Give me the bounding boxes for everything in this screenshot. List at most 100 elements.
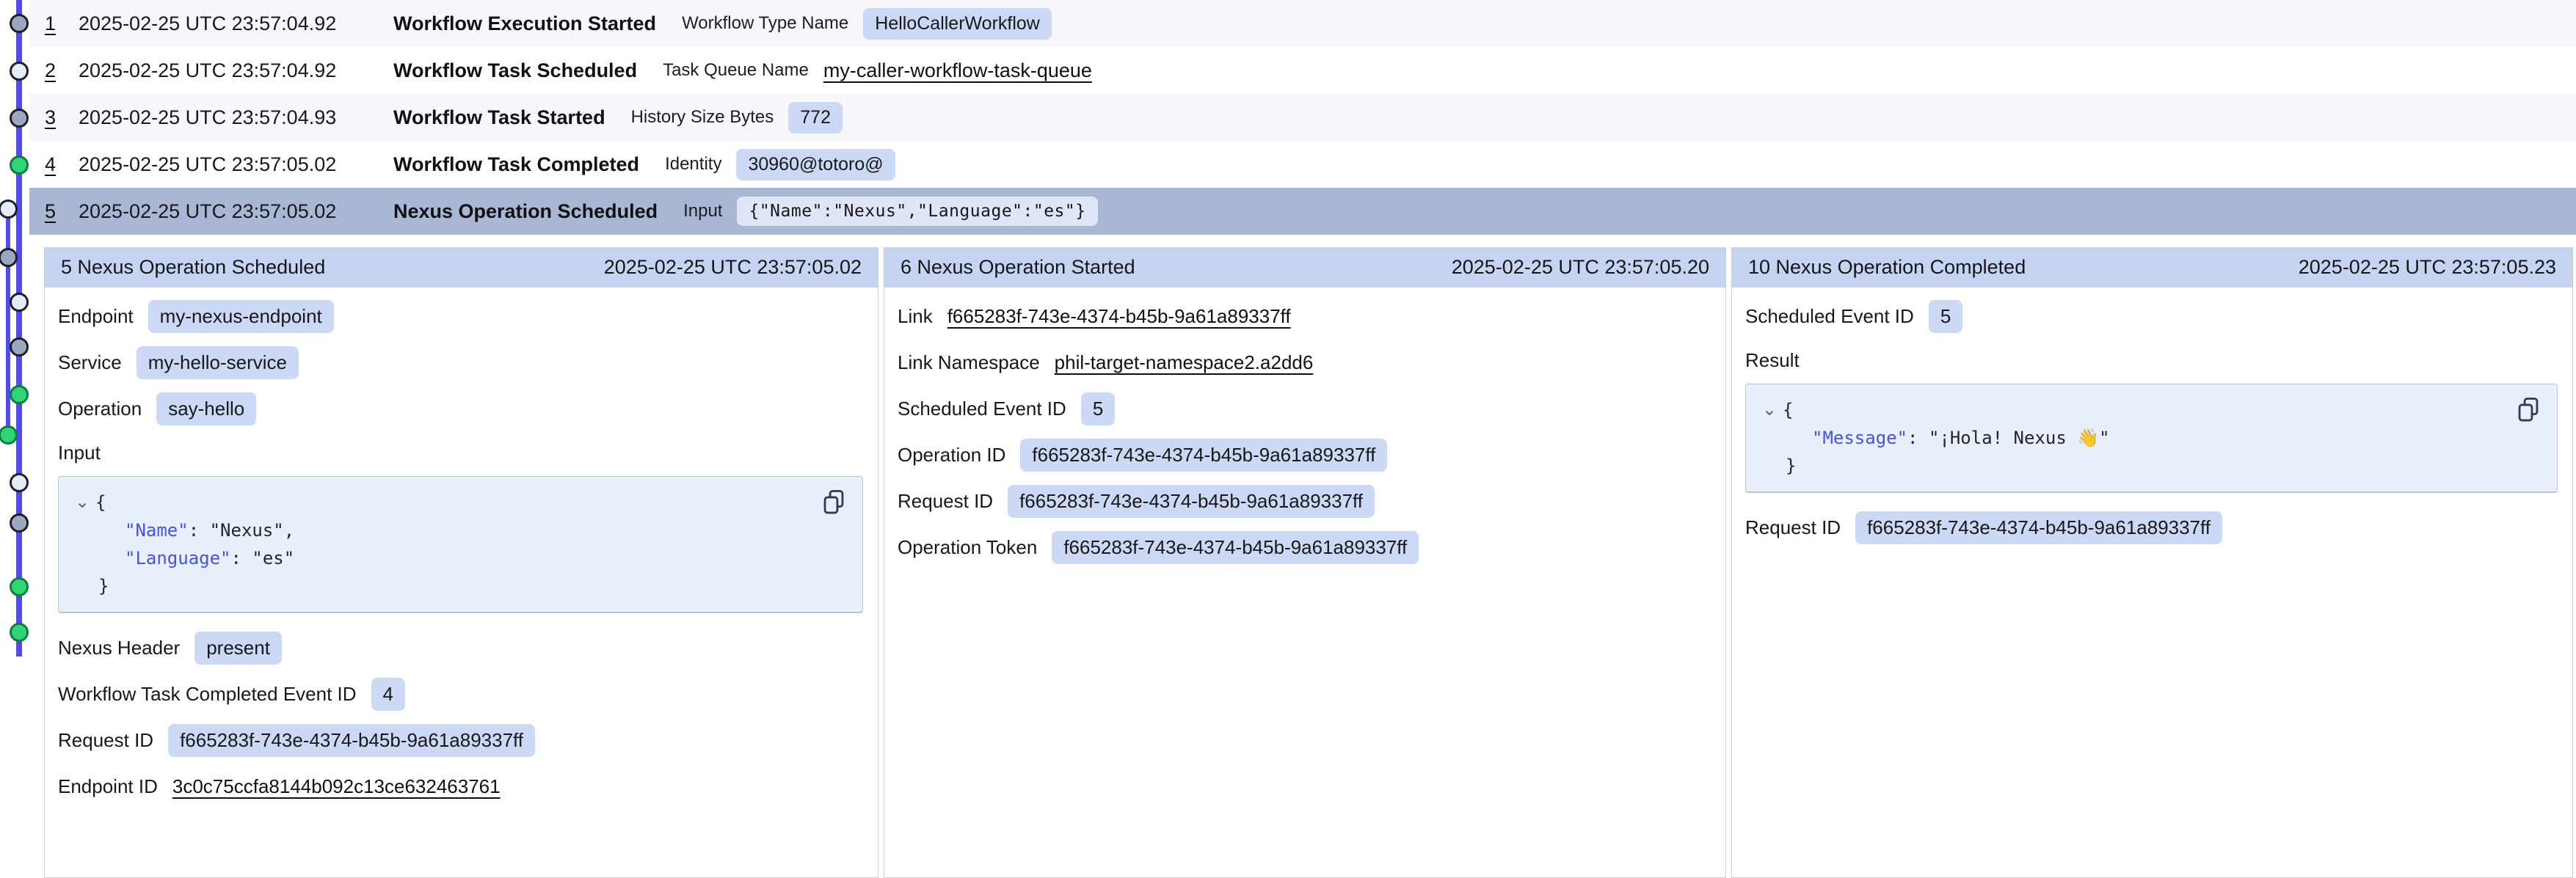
detail-row-request-id: Request ID f665283f-743e-4374-b45b-9a61a… [898,484,1711,518]
event-type-name: Workflow Task Scheduled [393,59,637,82]
event-row-1[interactable]: 1 2025-02-25 UTC 23:57:04.92 Workflow Ex… [29,0,2576,47]
event-id-link[interactable]: 5 [45,200,79,223]
detail-label: Endpoint [58,305,134,328]
detail-panel-nexus-operation-completed: 10 Nexus Operation Completed 2025-02-25 … [1731,247,2573,878]
detail-panel-nexus-operation-started: 6 Nexus Operation Started 2025-02-25 UTC… [884,247,1726,878]
timeline-dot-event-6 [0,248,18,267]
event-row-3[interactable]: 3 2025-02-25 UTC 23:57:04.93 Workflow Ta… [29,94,2576,141]
event-detail-value-badge: 30960@totoro@ [736,149,895,180]
timeline-nexus-branch-line [6,209,10,438]
event-timestamp: 2025-02-25 UTC 23:57:05.02 [79,200,393,223]
collapse-chevron-icon[interactable]: ⌄ [1762,399,1777,421]
event-row-5-selected[interactable]: 5 2025-02-25 UTC 23:57:05.02 Nexus Opera… [29,188,2576,235]
detail-row-endpoint: Endpoint my-nexus-endpoint [58,299,863,333]
endpoint-id-link[interactable]: 3c0c75ccfa8144b092c13ce632463761 [172,775,501,798]
event-history-list: 1 2025-02-25 UTC 23:57:04.92 Workflow Ex… [29,0,2576,235]
event-history-timeline [0,0,32,802]
timeline-dot-event-14 [10,623,29,642]
panel-title: 5 Nexus Operation Scheduled [61,256,325,279]
event-timestamp: 2025-02-25 UTC 23:57:04.92 [79,12,393,35]
detail-row-link: Link f665283f-743e-4374-b45b-9a61a89337f… [898,299,1711,333]
event-timestamp: 2025-02-25 UTC 23:57:04.92 [79,59,393,82]
timeline-dot-event-5 [0,200,18,219]
result-label: Result [1745,349,1800,372]
panel-timestamp: 2025-02-25 UTC 23:57:05.02 [604,256,862,279]
detail-row-request-id: Request ID f665283f-743e-4374-b45b-9a61a… [1745,511,2558,544]
event-timestamp: 2025-02-25 UTC 23:57:05.02 [79,153,393,176]
detail-row-wtc-event-id: Workflow Task Completed Event ID 4 [58,677,863,711]
event-detail-label: Input [683,201,722,222]
event-row-4[interactable]: 4 2025-02-25 UTC 23:57:05.02 Workflow Ta… [29,141,2576,188]
collapse-chevron-icon[interactable]: ⌄ [75,491,90,513]
input-label: Input [58,442,101,464]
operation-id-badge: f665283f-743e-4374-b45b-9a61a89337ff [1020,439,1387,472]
detail-row-nexus-header: Nexus Header present [58,631,863,665]
wtc-event-id-badge: 4 [371,678,405,711]
timeline-dot-event-11 [10,473,29,492]
panel-title: 6 Nexus Operation Started [900,256,1135,279]
event-id-link[interactable]: 1 [45,12,79,35]
timeline-dot-event-7 [10,293,29,312]
event-type-name: Workflow Execution Started [393,12,656,35]
detail-label: Operation [58,398,142,420]
timeline-dot-event-12 [10,513,29,533]
result-json-viewer: ⌄ {"Message": "¡Hola! Nexus 👋"} [1745,384,2558,493]
event-detail-value-badge: HelloCallerWorkflow [863,8,1052,40]
copy-icon[interactable] [821,489,846,516]
event-id-link[interactable]: 4 [45,153,79,176]
timeline-dot-event-10 [0,425,18,445]
event-input-json-badge: {"Name":"Nexus","Language":"es"} [737,197,1097,226]
scheduled-event-id-badge: 5 [1081,392,1115,425]
detail-row-operation-id: Operation ID f665283f-743e-4374-b45b-9a6… [898,438,1711,472]
event-detail-label: Task Queue Name [663,60,809,81]
request-id-badge: f665283f-743e-4374-b45b-9a61a89337ff [1008,485,1375,518]
event-id-link[interactable]: 3 [45,106,79,129]
endpoint-badge: my-nexus-endpoint [148,300,334,333]
panel-body: Link f665283f-743e-4374-b45b-9a61a89337f… [884,288,1725,591]
nexus-header-badge: present [194,632,282,665]
json-code: {"Message": "¡Hola! Nexus 👋"} [1783,396,2539,480]
event-detail-label: Workflow Type Name [682,13,848,34]
json-code: {"Name": "Nexus","Language": "es"} [95,489,845,600]
detail-label: Link [898,305,933,328]
panel-body: Scheduled Event ID 5 Result ⌄ {"Message"… [1732,288,2572,571]
event-timestamp: 2025-02-25 UTC 23:57:04.93 [79,106,393,129]
panel-timestamp: 2025-02-25 UTC 23:57:05.23 [2299,256,2556,279]
scheduled-event-id-badge: 5 [1929,300,1962,333]
operation-token-badge: f665283f-743e-4374-b45b-9a61a89337ff [1052,531,1419,564]
panel-header: 5 Nexus Operation Scheduled 2025-02-25 U… [45,247,878,288]
service-badge: my-hello-service [137,346,299,379]
detail-label: Scheduled Event ID [898,398,1066,420]
detail-label: Request ID [898,490,993,513]
input-section-label-row: Input [58,438,863,467]
link-namespace-link[interactable]: phil-target-namespace2.a2dd6 [1055,351,1314,374]
detail-row-service: Service my-hello-service [58,345,863,379]
detail-label: Request ID [1745,516,1841,539]
operation-badge: say-hello [156,392,256,425]
task-queue-link[interactable]: my-caller-workflow-task-queue [823,59,1092,82]
event-row-2[interactable]: 2 2025-02-25 UTC 23:57:04.92 Workflow Ta… [29,47,2576,94]
detail-row-endpoint-id: Endpoint ID 3c0c75ccfa8144b092c13ce63246… [58,769,863,803]
event-type-name: Workflow Task Completed [393,153,639,176]
detail-row-scheduled-event-id: Scheduled Event ID 5 [898,392,1711,425]
event-detail-label: History Size Bytes [631,107,774,128]
detail-label: Nexus Header [58,637,180,659]
detail-row-operation: Operation say-hello [58,392,863,425]
copy-icon[interactable] [2516,396,2541,424]
event-id-link[interactable]: 2 [45,59,79,82]
detail-panel-nexus-operation-scheduled: 5 Nexus Operation Scheduled 2025-02-25 U… [44,247,878,878]
detail-row-link-namespace: Link Namespace phil-target-namespace2.a2… [898,345,1711,379]
request-id-badge: f665283f-743e-4374-b45b-9a61a89337ff [168,724,535,757]
result-section-label-row: Result [1745,345,2558,375]
event-type-name: Nexus Operation Scheduled [393,200,658,223]
link-link[interactable]: f665283f-743e-4374-b45b-9a61a89337ff [947,305,1291,328]
request-id-badge: f665283f-743e-4374-b45b-9a61a89337ff [1855,511,2222,544]
detail-label: Operation ID [898,444,1005,467]
detail-label: Workflow Task Completed Event ID [58,683,357,706]
detail-row-request-id: Request ID f665283f-743e-4374-b45b-9a61a… [58,723,863,757]
detail-label: Scheduled Event ID [1745,305,1914,328]
timeline-dot-event-3 [10,109,29,128]
timeline-main-line [16,0,22,656]
event-detail-label: Identity [665,154,721,175]
detail-row-scheduled-event-id: Scheduled Event ID 5 [1745,299,2558,333]
